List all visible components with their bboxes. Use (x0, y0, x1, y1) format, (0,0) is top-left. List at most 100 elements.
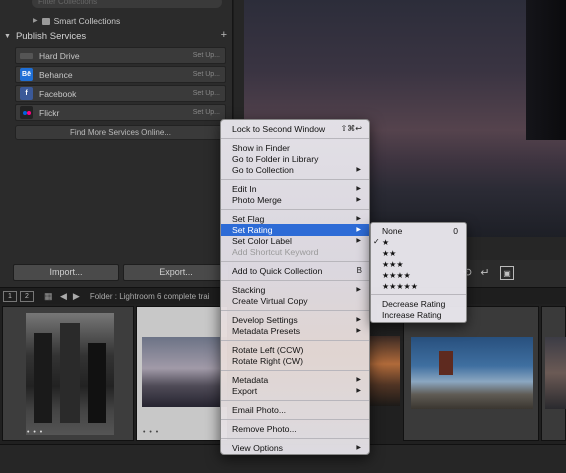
building-shape (88, 343, 106, 423)
menu-separator (221, 261, 369, 262)
facebook-icon: f (20, 87, 33, 100)
filmstrip-thumbnail[interactable]: • • • (2, 306, 134, 441)
add-service-button[interactable]: + (221, 29, 227, 41)
star-rating: ★★ (382, 249, 397, 258)
smart-collections-label: Smart Collections (53, 16, 121, 26)
collapse-triangle-icon[interactable]: ▼ (4, 33, 11, 40)
setup-link[interactable]: Set Up... (193, 52, 220, 59)
thumbnail-image (142, 337, 227, 407)
setup-link[interactable]: Set Up... (193, 71, 220, 78)
find-more-services-button[interactable]: Find More Services Online... (15, 125, 226, 140)
menu-item-label: Metadata Presets (232, 326, 301, 336)
thumbnail-image (411, 337, 533, 409)
menu-separator (221, 438, 369, 439)
menu-item-metadata-presets[interactable]: Metadata Presets ▶ (221, 325, 369, 337)
lifeguard-hut-shape (439, 351, 453, 375)
menu-item-add-to-quick-collection[interactable]: Add to Quick Collection B (221, 265, 369, 277)
publish-services-title: Publish Services (15, 31, 87, 42)
shortcut-label: B (356, 266, 362, 275)
secondary-window-button[interactable]: 2 (20, 290, 34, 302)
publish-services-header[interactable]: ▼ Publish Services + (0, 29, 233, 44)
service-label: Hard Drive (39, 50, 80, 61)
star-rating: ★★★ (382, 260, 404, 269)
export-button[interactable]: Export... (123, 264, 229, 281)
filmstrip-thumbnail-partial[interactable] (370, 336, 400, 406)
service-facebook[interactable]: f Facebook Set Up... (15, 85, 226, 102)
folder-source-label[interactable]: Folder : Lightroom 6 complete trai (90, 292, 210, 301)
menu-item-label: Develop Settings (232, 315, 298, 325)
return-arrow-icon[interactable]: ↵ (478, 266, 492, 280)
menu-item-go-to-collection[interactable]: Go to Collection ▶ (221, 164, 369, 176)
menu-separator (371, 294, 466, 295)
menu-item-label: Stacking (232, 285, 266, 295)
crop-frame-icon[interactable]: ▣ (500, 266, 514, 280)
forward-arrow-icon[interactable]: ▶ (73, 291, 80, 302)
filmstrip-thumbnail[interactable] (541, 306, 566, 441)
submenu-arrow-icon: ▶ (356, 328, 361, 334)
submenu-arrow-icon: ▶ (356, 388, 361, 394)
thumbnail-image (26, 313, 114, 435)
menu-item-label: None (382, 226, 403, 236)
menu-item-label: Set Color Label (232, 236, 292, 246)
setup-link[interactable]: Set Up... (193, 90, 220, 97)
flickr-pink-dot (26, 110, 31, 115)
menu-item-label: Lock to Second Window (232, 124, 326, 134)
menu-separator (221, 138, 369, 139)
smart-collection-icon (41, 17, 50, 25)
menu-item-label: Photo Merge (232, 195, 282, 205)
back-arrow-icon[interactable]: ◀ (60, 291, 67, 302)
filmstrip-thumbnail[interactable] (403, 306, 539, 441)
increase-rating[interactable]: Increase Rating (371, 309, 466, 321)
menu-item-export[interactable]: Export ▶ (221, 385, 369, 397)
menu-item-remove-photo[interactable]: Remove Photo... (221, 423, 369, 435)
behance-icon: Bē (20, 68, 33, 81)
service-label: Facebook (39, 88, 77, 99)
star-rating: ★★★★ (382, 271, 411, 280)
disclosure-triangle-icon[interactable]: ▶ (33, 15, 38, 27)
rating-5-stars[interactable]: ★★★★★ (371, 280, 466, 292)
menu-separator (221, 400, 369, 401)
submenu-arrow-icon: ▶ (356, 197, 361, 203)
grid-view-icon[interactable]: ▦ (44, 291, 54, 301)
menu-item-view-options[interactable]: View Options ▶ (221, 442, 369, 454)
flickr-icon (20, 106, 33, 119)
menu-separator (221, 209, 369, 210)
service-label: Flickr (39, 107, 60, 118)
menu-item-rotate-right[interactable]: Rotate Right (CW) (221, 355, 369, 367)
collections-section: Filter Collections ▶ Smart Collections (0, 0, 233, 28)
menu-item-label: View Options (232, 443, 284, 453)
star-rating: ★ (382, 238, 390, 247)
menu-item-label: Metadata (232, 375, 269, 385)
service-hard-drive[interactable]: Hard Drive Set Up... (15, 47, 226, 64)
menu-item-lock-to-second-window[interactable]: Lock to Second Window ⇧⌘↩ (221, 123, 369, 135)
menu-separator (221, 179, 369, 180)
menu-item-label: Edit In (232, 184, 257, 194)
menu-item-label: Set Flag (232, 214, 265, 224)
menu-item-label: Go to Collection (232, 165, 294, 175)
flickr-blue-dot (22, 110, 27, 115)
collections-filter-input[interactable]: Filter Collections (32, 0, 222, 8)
menu-separator (221, 310, 369, 311)
service-label: Behance (39, 69, 73, 80)
rating-submenu: None 0 ✓ ★ ★★ ★★★ ★★★★ ★★★★★ Decrease Ra… (370, 222, 467, 323)
building-shape (60, 323, 80, 423)
menu-item-create-virtual-copy[interactable]: Create Virtual Copy (221, 295, 369, 307)
submenu-arrow-icon: ▶ (356, 445, 361, 451)
smart-collections-item[interactable]: ▶ Smart Collections (33, 15, 120, 27)
hard-drive-icon (20, 52, 33, 59)
pier-silhouette (526, 0, 566, 140)
shortcut-label: ⇧⌘↩ (340, 124, 362, 133)
menu-item-add-shortcut-keyword: Add Shortcut Keyword (232, 247, 319, 257)
setup-link[interactable]: Set Up... (193, 109, 220, 116)
filmstrip-thumbnail-selected[interactable]: • • • (136, 306, 228, 441)
service-behance[interactable]: Bē Behance Set Up... (15, 66, 226, 83)
left-panel: Filter Collections ▶ Smart Collections ▼… (0, 0, 233, 287)
service-flickr[interactable]: Flickr Set Up... (15, 104, 226, 121)
submenu-arrow-icon: ▶ (356, 167, 361, 173)
menu-item-label: Set Rating (232, 225, 273, 235)
import-button[interactable]: Import... (13, 264, 119, 281)
menu-separator (221, 340, 369, 341)
menu-item-email-photo[interactable]: Email Photo... (221, 404, 369, 416)
menu-item-photo-merge[interactable]: Photo Merge ▶ (221, 194, 369, 206)
primary-window-button[interactable]: 1 (3, 290, 17, 302)
